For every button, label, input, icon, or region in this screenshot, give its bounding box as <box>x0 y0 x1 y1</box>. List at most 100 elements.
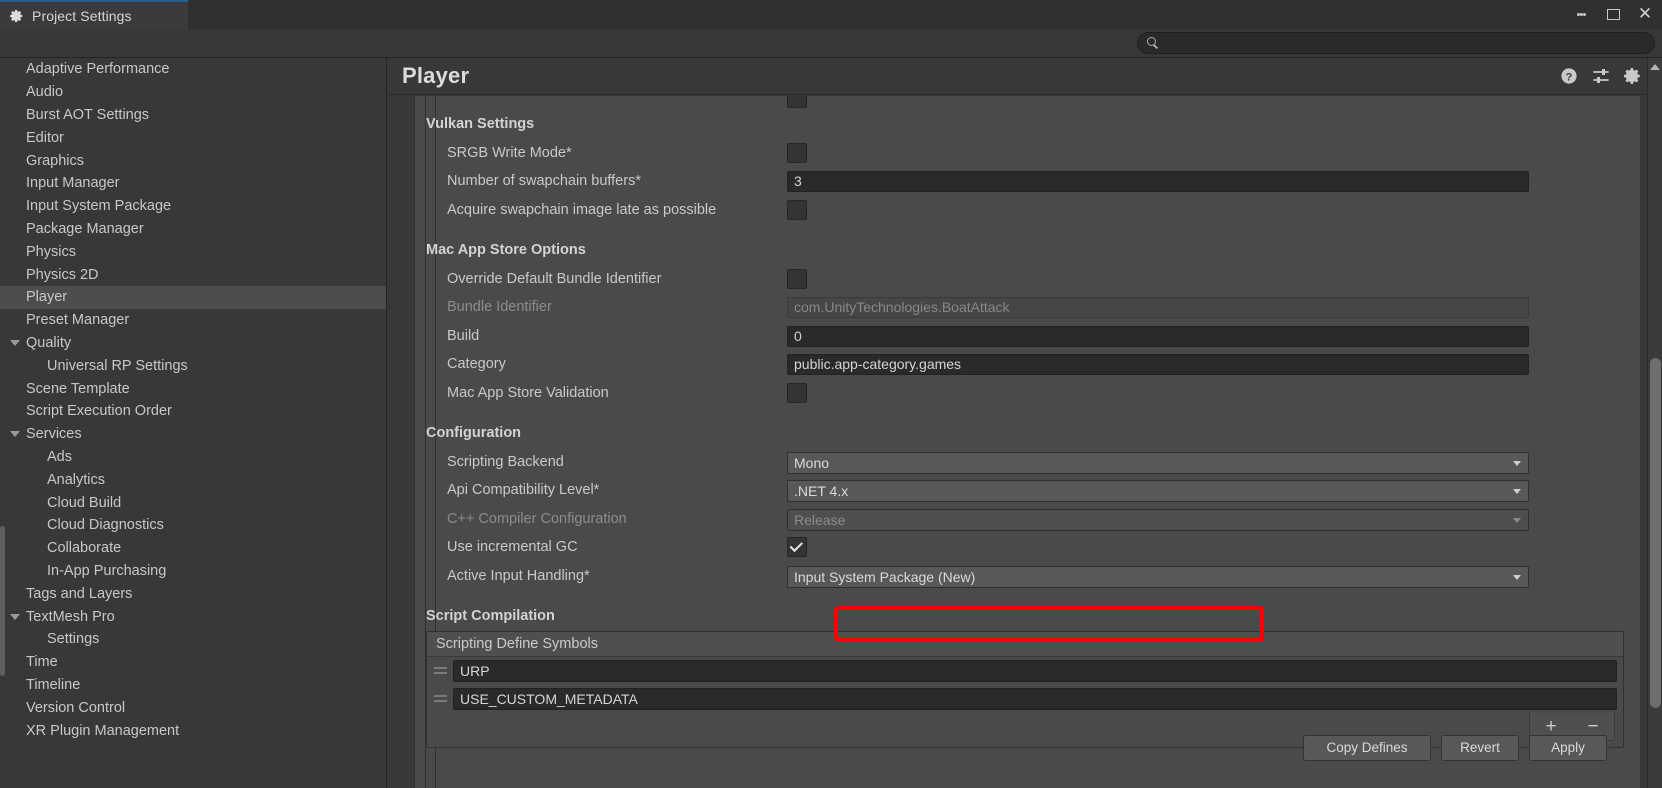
sidebar-item-player[interactable]: Player <box>0 286 386 309</box>
sidebar-item-physics[interactable]: Physics <box>0 240 386 263</box>
list-header: Scripting Define Symbols <box>427 632 1623 657</box>
sidebar-item-scene-template[interactable]: Scene Template <box>0 377 386 400</box>
checkbox-srgb-write-mode[interactable] <box>787 143 807 163</box>
inspector-scroll-area[interactable]: Vulkan SettingsSRGB Write Mode*Number of… <box>388 96 1662 788</box>
sidebar-item-label: Quality <box>26 335 71 351</box>
main-scrollbar-thumb[interactable] <box>1650 358 1661 708</box>
dropdown-active-input-handling[interactable]: Input System Package (New) <box>787 566 1529 588</box>
chevron-down-icon[interactable] <box>10 431 20 437</box>
clipped-checkbox[interactable] <box>787 96 807 108</box>
text-field-build[interactable]: 0 <box>787 326 1529 347</box>
close-icon[interactable]: ✕ <box>1636 6 1654 24</box>
checkbox-acquire-swapchain-image-late-as-possible[interactable] <box>787 200 807 220</box>
section-script-compilation: Script Compilation <box>415 602 1640 631</box>
sidebar-item-script-execution-order[interactable]: Script Execution Order <box>0 400 386 423</box>
property-label: Acquire swapchain image late as possible <box>447 196 716 225</box>
dropdown-scripting-backend[interactable]: Mono <box>787 452 1529 474</box>
chevron-down-icon[interactable] <box>10 614 20 620</box>
sidebar-item-preset-manager[interactable]: Preset Manager <box>0 309 386 332</box>
dropdown-c-compiler-configuration: Release <box>787 509 1529 531</box>
chevron-down-icon[interactable] <box>1513 518 1521 523</box>
dropdown-value: Release <box>794 512 845 528</box>
sidebar-item-collaborate[interactable]: Collaborate <box>0 537 386 560</box>
sidebar-item-quality[interactable]: Quality <box>0 332 386 355</box>
sidebar-item-ads[interactable]: Ads <box>0 446 386 469</box>
sidebar-item-input-manager[interactable]: Input Manager <box>0 172 386 195</box>
property-control: com.UnityTechnologies.BoatAttack <box>787 297 1529 318</box>
panel-header: Player ? <box>388 58 1662 95</box>
property-control: Input System Package (New) <box>787 566 1529 588</box>
sidebar-item-services[interactable]: Services <box>0 423 386 446</box>
sidebar-item-universal-rp-settings[interactable]: Universal RP Settings <box>0 354 386 377</box>
sidebar-scrollbar-thumb[interactable] <box>0 526 5 676</box>
sidebar-item-cloud-build[interactable]: Cloud Build <box>0 491 386 514</box>
sidebar-item-cloud-diagnostics[interactable]: Cloud Diagnostics <box>0 514 386 537</box>
sidebar-item-input-system-package[interactable]: Input System Package <box>0 195 386 218</box>
revert-button[interactable]: Revert <box>1441 735 1519 761</box>
main-scrollbar[interactable] <box>1647 58 1662 788</box>
sidebar-item-tags-and-layers[interactable]: Tags and Layers <box>0 582 386 605</box>
search-input[interactable] <box>1165 36 1625 50</box>
list-item[interactable]: URP <box>427 657 1623 685</box>
property-control: Mono <box>787 452 1529 474</box>
chevron-down-icon[interactable] <box>10 340 20 346</box>
checkbox-override-default-bundle-identifier[interactable] <box>787 269 807 289</box>
sidebar-item-label: Burst AOT Settings <box>26 107 149 123</box>
settings-sidebar[interactable]: Adaptive PerformanceAudio Burst AOT Setti… <box>0 58 387 788</box>
sidebar-item-label: Tags and Layers <box>26 586 132 602</box>
sidebar-item-label: Input Manager <box>26 175 120 191</box>
sidebar-item-label: Graphics <box>26 153 84 169</box>
copy-defines-button[interactable]: Copy Defines <box>1303 735 1431 761</box>
chevron-down-icon[interactable] <box>1513 461 1521 466</box>
add-define-button[interactable]: + <box>1537 717 1564 736</box>
tab-label: Project Settings <box>32 8 132 24</box>
apply-button[interactable]: Apply <box>1529 735 1607 761</box>
sidebar-item-timeline[interactable]: Timeline <box>0 674 386 697</box>
sidebar-item-audio[interactable]: Audio <box>0 81 386 104</box>
scripting-define-symbols-list[interactable]: Scripting Define Symbols URP USE_CUSTOM_M… <box>426 631 1624 748</box>
preset-icon[interactable] <box>1592 67 1610 85</box>
sidebar-item-package-manager[interactable]: Package Manager <box>0 218 386 241</box>
sidebar-item-settings[interactable]: Settings <box>0 628 386 651</box>
sidebar-item-time[interactable]: Time <box>0 651 386 674</box>
sidebar-item-label: Script Execution Order <box>26 403 172 419</box>
property-label: SRGB Write Mode* <box>447 139 572 168</box>
drag-handle-icon[interactable] <box>427 667 453 673</box>
settings-gear-icon[interactable] <box>1624 67 1642 85</box>
scroll-up-arrow-icon[interactable] <box>1650 64 1660 70</box>
sidebar-scrollbar[interactable] <box>0 58 6 788</box>
drag-handle-icon[interactable] <box>427 695 453 701</box>
chevron-down-icon[interactable] <box>1513 575 1521 580</box>
sidebar-item-in-app-purchasing[interactable]: In-App Purchasing <box>0 560 386 583</box>
tab-project-settings[interactable]: Project Settings <box>0 0 188 29</box>
chevron-down-icon[interactable] <box>1513 489 1521 494</box>
kebab-menu-icon[interactable] <box>1572 6 1590 24</box>
help-icon[interactable]: ? <box>1560 67 1578 85</box>
list-item[interactable]: USE_CUSTOM_METADATA <box>427 685 1623 713</box>
define-symbol-input[interactable]: USE_CUSTOM_METADATA <box>453 688 1617 710</box>
maximize-icon[interactable] <box>1604 6 1622 24</box>
sidebar-item-graphics[interactable]: Graphics <box>0 149 386 172</box>
dropdown-value: Mono <box>794 455 829 471</box>
section-spacer <box>415 407 1640 419</box>
remove-define-button[interactable]: − <box>1579 717 1606 736</box>
sidebar-item-textmesh-pro[interactable]: TextMesh Pro <box>0 605 386 628</box>
sidebar-item-label: Scene Template <box>26 381 130 397</box>
checkbox-mac-app-store-validation[interactable] <box>787 383 807 403</box>
text-field-category[interactable]: public.app-category.games <box>787 354 1529 375</box>
text-field-number-of-swapchain-buffers[interactable]: 3 <box>787 171 1529 192</box>
sidebar-item-physics-2d[interactable]: Physics 2D <box>0 263 386 286</box>
sidebar-item-burst-aot-settings[interactable]: Burst AOT Settings <box>0 104 386 127</box>
sidebar-item-editor[interactable]: Editor <box>0 126 386 149</box>
sidebar-item-label: XR Plugin Management <box>26 723 179 739</box>
sidebar-item-xr-plugin-management[interactable]: XR Plugin Management <box>0 719 386 742</box>
sidebar-item-analytics[interactable]: Analytics <box>0 468 386 491</box>
text-field-bundle-identifier: com.UnityTechnologies.BoatAttack <box>787 297 1529 318</box>
title-bar: Project Settings ✕ <box>0 0 1662 29</box>
search-box[interactable] <box>1137 32 1655 54</box>
dropdown-api-compatibility-level[interactable]: .NET 4.x <box>787 480 1529 502</box>
checkbox-use-incremental-gc[interactable] <box>787 537 807 557</box>
sidebar-item-version-control[interactable]: Version Control <box>0 696 386 719</box>
sidebar-item-adaptive-performance[interactable]: Adaptive Performance <box>0 58 386 81</box>
define-symbol-input[interactable]: URP <box>453 660 1617 682</box>
